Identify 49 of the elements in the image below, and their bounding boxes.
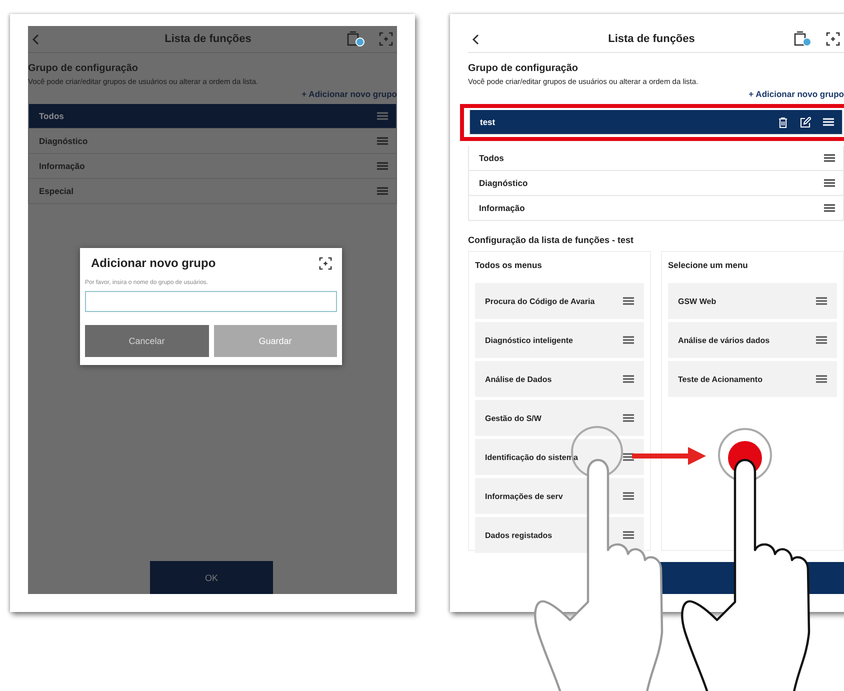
drag-handle-icon[interactable] xyxy=(623,336,634,344)
drag-handle-icon[interactable] xyxy=(377,112,388,120)
drag-handle-icon[interactable] xyxy=(623,297,634,305)
drag-handle-icon[interactable] xyxy=(824,204,835,212)
drag-handle-icon[interactable] xyxy=(623,453,634,461)
fullscreen-icon[interactable] xyxy=(826,32,840,46)
drag-handle-icon[interactable] xyxy=(816,336,827,344)
drag-handle-icon[interactable] xyxy=(377,187,388,195)
column-title: Todos os menus xyxy=(475,260,543,270)
menu-item[interactable]: Diagnóstico inteligente xyxy=(475,322,644,358)
group-row[interactable]: Todos xyxy=(28,104,397,129)
dialog-title: Adicionar novo grupo xyxy=(91,256,217,270)
arrow-icon xyxy=(632,447,706,465)
group-row[interactable]: Todos xyxy=(468,146,844,171)
group-row[interactable]: test xyxy=(469,110,843,135)
drag-handle-icon[interactable] xyxy=(377,162,388,170)
drag-handle-icon[interactable] xyxy=(824,154,835,162)
calendar-badge-icon[interactable] xyxy=(347,31,365,47)
fullscreen-icon[interactable] xyxy=(319,256,332,270)
drag-handle-icon[interactable] xyxy=(816,297,827,305)
drag-handle-icon[interactable] xyxy=(623,492,634,500)
ok-button[interactable]: OK xyxy=(150,561,273,594)
calendar-badge-icon[interactable] xyxy=(794,31,812,47)
edit-icon[interactable] xyxy=(800,116,811,128)
trash-icon[interactable] xyxy=(778,116,788,128)
group-row[interactable]: Diagnóstico xyxy=(468,171,844,196)
group-name-field[interactable] xyxy=(85,291,337,312)
menu-item[interactable]: GSW Web xyxy=(668,283,837,319)
drag-handle-icon[interactable] xyxy=(623,375,634,383)
menu-item[interactable]: Análise de vários dados xyxy=(668,322,837,358)
dialog-button[interactable]: Cancelar xyxy=(85,325,208,357)
drag-handle-icon[interactable] xyxy=(623,414,634,422)
drag-handle-icon[interactable] xyxy=(816,375,827,383)
drag-handle-icon[interactable] xyxy=(623,531,634,539)
back-icon[interactable] xyxy=(472,34,479,44)
menu-item[interactable]: Procura do Código de Avaria xyxy=(475,283,644,319)
section-title: Grupo de configuração xyxy=(468,63,580,74)
screen-title: Lista de funções xyxy=(164,33,252,45)
menu-item[interactable]: Teste de Acionamento xyxy=(668,361,837,397)
add-group-link[interactable]: + Adicionar novo grupo xyxy=(748,89,844,99)
section-title: Grupo de configuração xyxy=(28,63,140,74)
column-title: Selecione um menu xyxy=(668,260,749,270)
group-row[interactable]: Informação xyxy=(468,196,844,221)
screen-title: Lista de funções xyxy=(607,33,696,45)
menu-item[interactable]: Análise de Dados xyxy=(475,361,644,397)
drag-handle-icon[interactable] xyxy=(377,137,388,145)
config-title: Configuração da lista de funções - test xyxy=(468,235,635,245)
drag-handle-icon[interactable] xyxy=(824,179,835,187)
menu-item[interactable]: Gestão do S/W xyxy=(475,400,644,436)
